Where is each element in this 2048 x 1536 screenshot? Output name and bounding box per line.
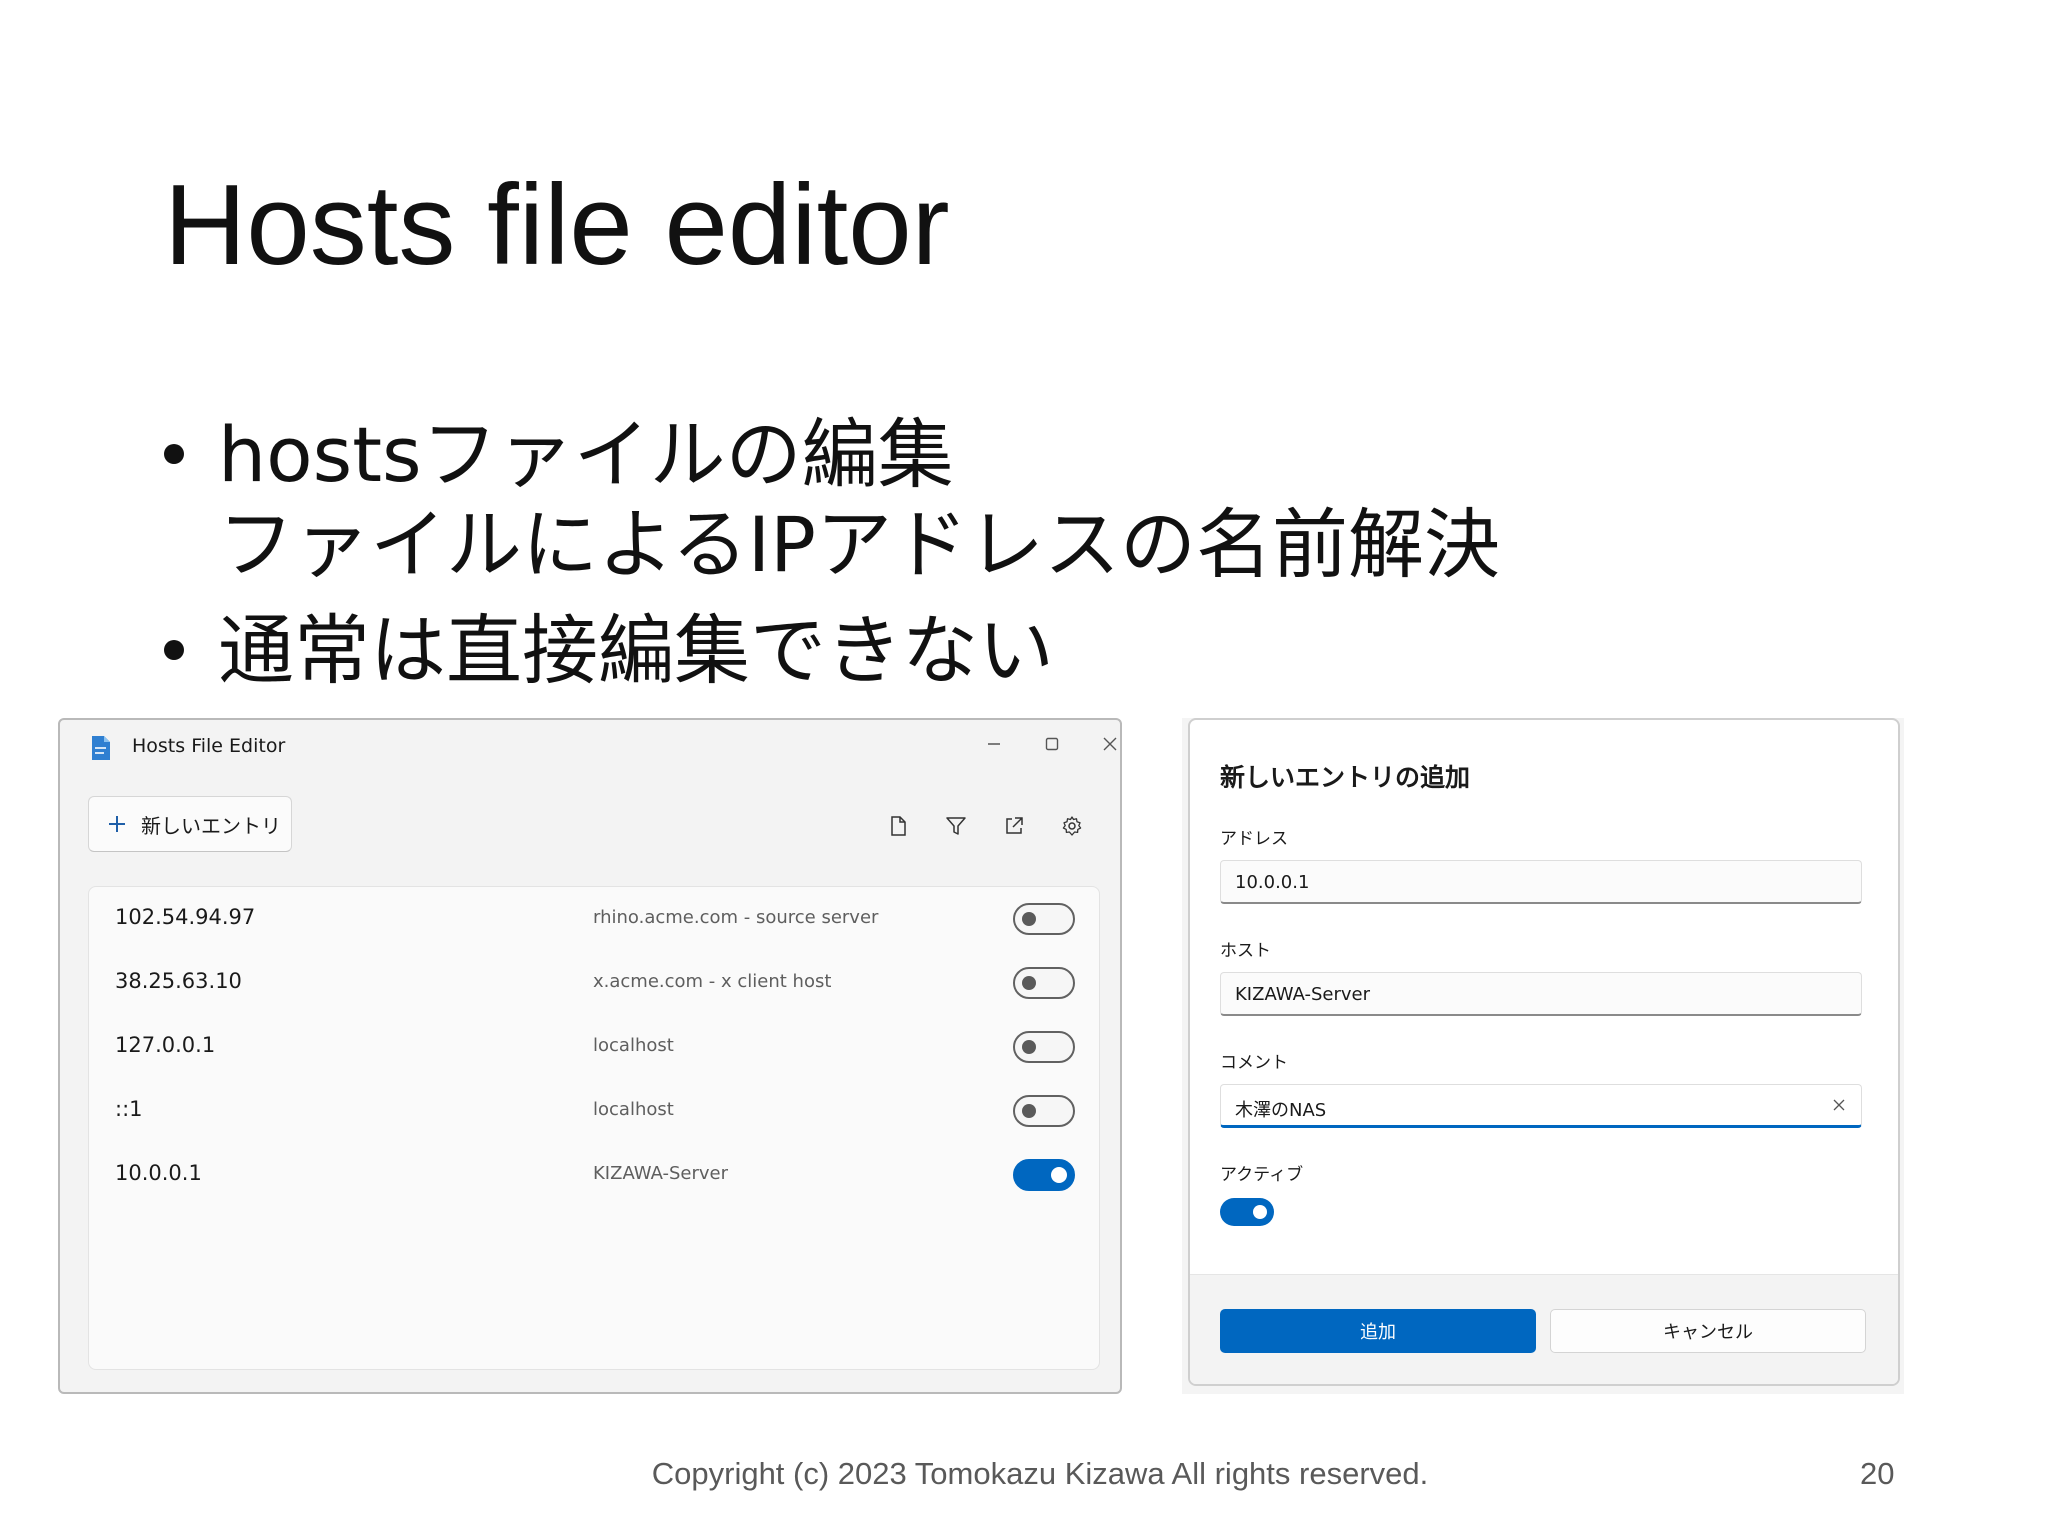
entry-active-toggle[interactable] [1013, 903, 1075, 935]
bullet-item: 通常は直接編集できない [160, 606, 1740, 696]
entry-address: 127.0.0.1 [115, 1033, 216, 1057]
dialog-footer: 追加 キャンセル [1190, 1274, 1898, 1384]
entry-address: 102.54.94.97 [115, 905, 256, 929]
new-entry-button[interactable]: 新しいエントリ [88, 796, 292, 852]
entry-active-toggle[interactable] [1013, 1095, 1075, 1127]
maximize-button[interactable] [1028, 728, 1076, 760]
slide-title: Hosts file editor [164, 162, 950, 289]
minimize-icon [986, 736, 1002, 752]
table-row[interactable]: 127.0.0.1 localhost [89, 1015, 1099, 1079]
bullet-dot [164, 444, 184, 464]
entry-host: KIZAWA-Server [593, 1163, 729, 1184]
toggle-knob [1022, 1104, 1036, 1118]
host-label: ホスト [1220, 941, 1271, 961]
bullet-line: 通常は直接編集できない [218, 606, 1054, 695]
entry-address: ::1 [115, 1097, 143, 1121]
file-button[interactable] [878, 806, 918, 846]
bullet-list: hostsファイルの編集 ファイルによるIPアドレスの名前解決 通常は直接編集で… [160, 410, 1740, 696]
comment-field[interactable]: 木澤のNAS [1220, 1084, 1862, 1128]
window-title: Hosts File Editor [132, 735, 286, 757]
address-value: 10.0.0.1 [1235, 872, 1310, 893]
title-bar[interactable]: Hosts File Editor [60, 720, 1120, 778]
open-external-button[interactable] [994, 806, 1034, 846]
table-row[interactable]: 10.0.0.1 KIZAWA-Server [89, 1143, 1099, 1207]
address-label: アドレス [1220, 829, 1288, 849]
comment-value: 木澤のNAS [1235, 1100, 1327, 1121]
entry-active-toggle[interactable] [1013, 1159, 1075, 1191]
close-button[interactable] [1086, 728, 1120, 760]
entry-host: localhost [593, 1035, 674, 1056]
copyright-footer: Copyright (c) 2023 Tomokazu Kizawa All r… [651, 1456, 1429, 1491]
table-row[interactable]: 102.54.94.97 rhino.acme.com - source ser… [89, 887, 1099, 951]
filter-button[interactable] [936, 806, 976, 846]
plus-icon [107, 814, 127, 834]
close-icon [1102, 736, 1118, 752]
toggle-knob [1051, 1167, 1067, 1183]
add-button[interactable]: 追加 [1220, 1309, 1536, 1353]
bullet-item: hostsファイルの編集 ファイルによるIPアドレスの名前解決 [160, 410, 1740, 590]
comment-label: コメント [1220, 1053, 1288, 1073]
hosts-editor-window: Hosts File Editor 新しいエントリ 102.54.94.97 r… [58, 718, 1122, 1394]
gear-icon [1061, 815, 1083, 837]
filter-icon [945, 815, 967, 837]
dialog-title: 新しいエントリの追加 [1220, 763, 1471, 792]
toggle-knob [1022, 976, 1036, 990]
maximize-icon [1044, 736, 1060, 752]
bullet-dot [164, 640, 184, 660]
settings-button[interactable] [1052, 806, 1092, 846]
cancel-button[interactable]: キャンセル [1550, 1309, 1866, 1353]
hosts-entry-list: 102.54.94.97 rhino.acme.com - source ser… [88, 886, 1100, 1370]
active-toggle[interactable] [1220, 1198, 1274, 1226]
entry-address: 10.0.0.1 [115, 1161, 202, 1185]
toggle-knob [1022, 1040, 1036, 1054]
entry-active-toggle[interactable] [1013, 967, 1075, 999]
close-icon [1833, 1099, 1845, 1111]
bullet-line: ファイルによるIPアドレスの名前解決 [218, 500, 1500, 589]
entry-host: rhino.acme.com - source server [593, 907, 879, 928]
add-entry-dialog: 新しいエントリの追加 アドレス 10.0.0.1 ホスト KIZAWA-Serv… [1188, 718, 1900, 1386]
new-entry-label: 新しいエントリ [141, 813, 281, 838]
clear-button[interactable] [1829, 1095, 1849, 1115]
table-row[interactable]: ::1 localhost [89, 1079, 1099, 1143]
toggle-knob [1253, 1205, 1267, 1219]
document-icon [90, 734, 112, 762]
open-external-icon [1003, 815, 1025, 837]
active-label: アクティブ [1220, 1165, 1304, 1185]
minimize-button[interactable] [970, 728, 1018, 760]
entry-host: localhost [593, 1099, 674, 1120]
entry-active-toggle[interactable] [1013, 1031, 1075, 1063]
bullet-line: hostsファイルの編集 [218, 410, 954, 499]
host-value: KIZAWA-Server [1235, 984, 1371, 1005]
entry-host: x.acme.com - x client host [593, 971, 832, 992]
address-field[interactable]: 10.0.0.1 [1220, 860, 1862, 904]
table-row[interactable]: 38.25.63.10 x.acme.com - x client host [89, 951, 1099, 1015]
page-number: 20 [1860, 1456, 1895, 1491]
host-field[interactable]: KIZAWA-Server [1220, 972, 1862, 1016]
file-icon [887, 815, 909, 837]
entry-address: 38.25.63.10 [115, 969, 242, 993]
toggle-knob [1022, 912, 1036, 926]
